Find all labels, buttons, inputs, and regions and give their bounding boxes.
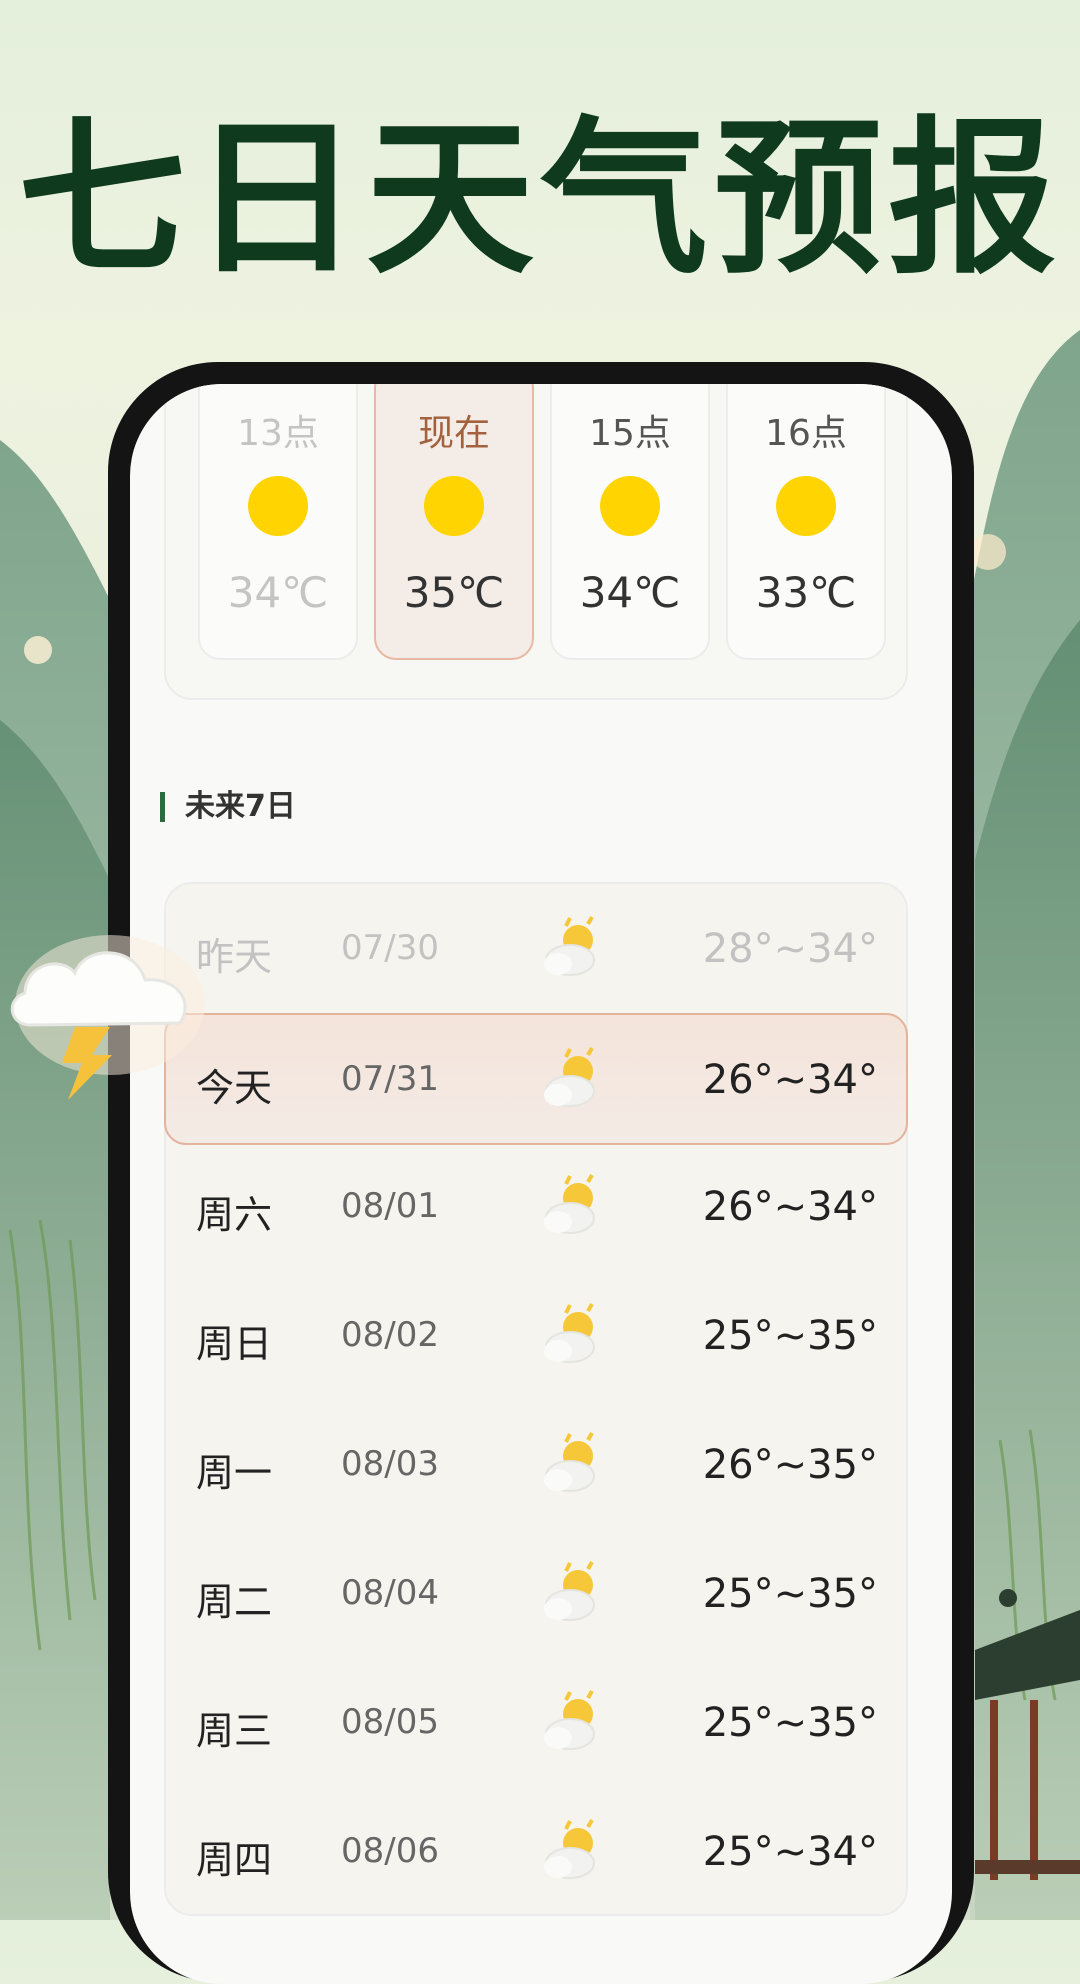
- day-date: 07/30: [341, 928, 439, 968]
- hour-label: 现在: [417, 413, 490, 454]
- hour-label: 13点: [237, 413, 319, 454]
- day-date: 08/01: [341, 1186, 439, 1226]
- temp-range: 28°~34°: [702, 926, 878, 972]
- partly-sunny-icon: [544, 1303, 595, 1363]
- day-date: 08/02: [341, 1315, 439, 1355]
- daily-forecast-list: 昨天 07/30 28°~34° 今天 07/31 26°~34° 周六 08/01 26°~3…: [164, 882, 908, 1916]
- day-date: 08/03: [341, 1444, 439, 1484]
- hour-label: 16点: [765, 413, 847, 454]
- day-name: 周六: [196, 1193, 273, 1237]
- day-date: 07/31: [341, 1059, 439, 1099]
- temp-range: 26°~34°: [702, 1057, 878, 1103]
- phone-frame: 13点 34℃ 现在 35℃ 15点 34℃ 16点 33℃ 未来7日 昨天0: [108, 362, 974, 1984]
- day-row[interactable]: 周二 08/04 25°~35°: [166, 1529, 906, 1657]
- day-row[interactable]: 周一 08/03 26°~35°: [166, 1400, 906, 1528]
- hour-temp: 33℃: [755, 568, 857, 617]
- temp-range: 25°~34°: [702, 1829, 878, 1875]
- day-name: 周四: [196, 1838, 273, 1882]
- hour-item[interactable]: 15点 34℃: [550, 384, 710, 660]
- hour-item[interactable]: 16点 33℃: [726, 384, 886, 660]
- partly-sunny-icon: [544, 1174, 595, 1234]
- temp-range: 26°~34°: [702, 1184, 878, 1230]
- hour-item-now[interactable]: 现在 35℃: [374, 384, 534, 660]
- partly-sunny-icon: [544, 1561, 595, 1621]
- day-date: 08/06: [341, 1831, 439, 1871]
- day-row[interactable]: 周四 08/06 25°~34°: [166, 1787, 906, 1915]
- partly-sunny-icon: [544, 1819, 595, 1879]
- day-row[interactable]: 周六 08/01 26°~34°: [166, 1142, 906, 1270]
- sun-icon: [424, 476, 484, 536]
- day-date: 08/04: [341, 1573, 439, 1613]
- sun-icon: [776, 476, 836, 536]
- temp-range: 25°~35°: [702, 1313, 878, 1359]
- sun-icon: [248, 476, 308, 536]
- hour-label: 15点: [589, 413, 671, 454]
- day-name: 周一: [196, 1451, 273, 1495]
- sun-icon: [600, 476, 660, 536]
- day-row[interactable]: 周日 08/02 25°~35°: [166, 1271, 906, 1399]
- partly-sunny-icon: [544, 1047, 595, 1107]
- temp-range: 26°~35°: [702, 1442, 878, 1488]
- thunder-cloud-icon: [10, 935, 205, 1100]
- day-name: 周日: [196, 1322, 273, 1366]
- hour-temp: 34℃: [227, 568, 329, 617]
- day-row-today[interactable]: 今天 07/31 26°~34°: [164, 1013, 908, 1145]
- phone-screen: 13点 34℃ 现在 35℃ 15点 34℃ 16点 33℃ 未来7日 昨天0: [130, 384, 952, 1984]
- partly-sunny-icon: [544, 1690, 595, 1750]
- hourly-forecast-card: 13点 34℃ 现在 35℃ 15点 34℃ 16点 33℃: [164, 384, 908, 700]
- day-date: 08/05: [341, 1702, 439, 1742]
- day-name: 周二: [196, 1580, 273, 1624]
- page-headline: 七日天气预报: [18, 101, 1062, 297]
- partly-sunny-icon: [544, 916, 595, 976]
- day-row[interactable]: 周三 08/05 25°~35°: [166, 1658, 906, 1786]
- temp-range: 25°~35°: [702, 1571, 878, 1617]
- partly-sunny-icon: [544, 1432, 595, 1492]
- day-name: 周三: [196, 1709, 273, 1753]
- hour-temp: 34℃: [579, 568, 681, 617]
- temp-range: 25°~35°: [702, 1700, 878, 1746]
- day-row[interactable]: 昨天 07/30 28°~34°: [166, 884, 906, 1012]
- hour-temp: 35℃: [403, 568, 505, 617]
- section-title: 未来7日: [160, 792, 296, 822]
- hour-item[interactable]: 13点 34℃: [198, 384, 358, 660]
